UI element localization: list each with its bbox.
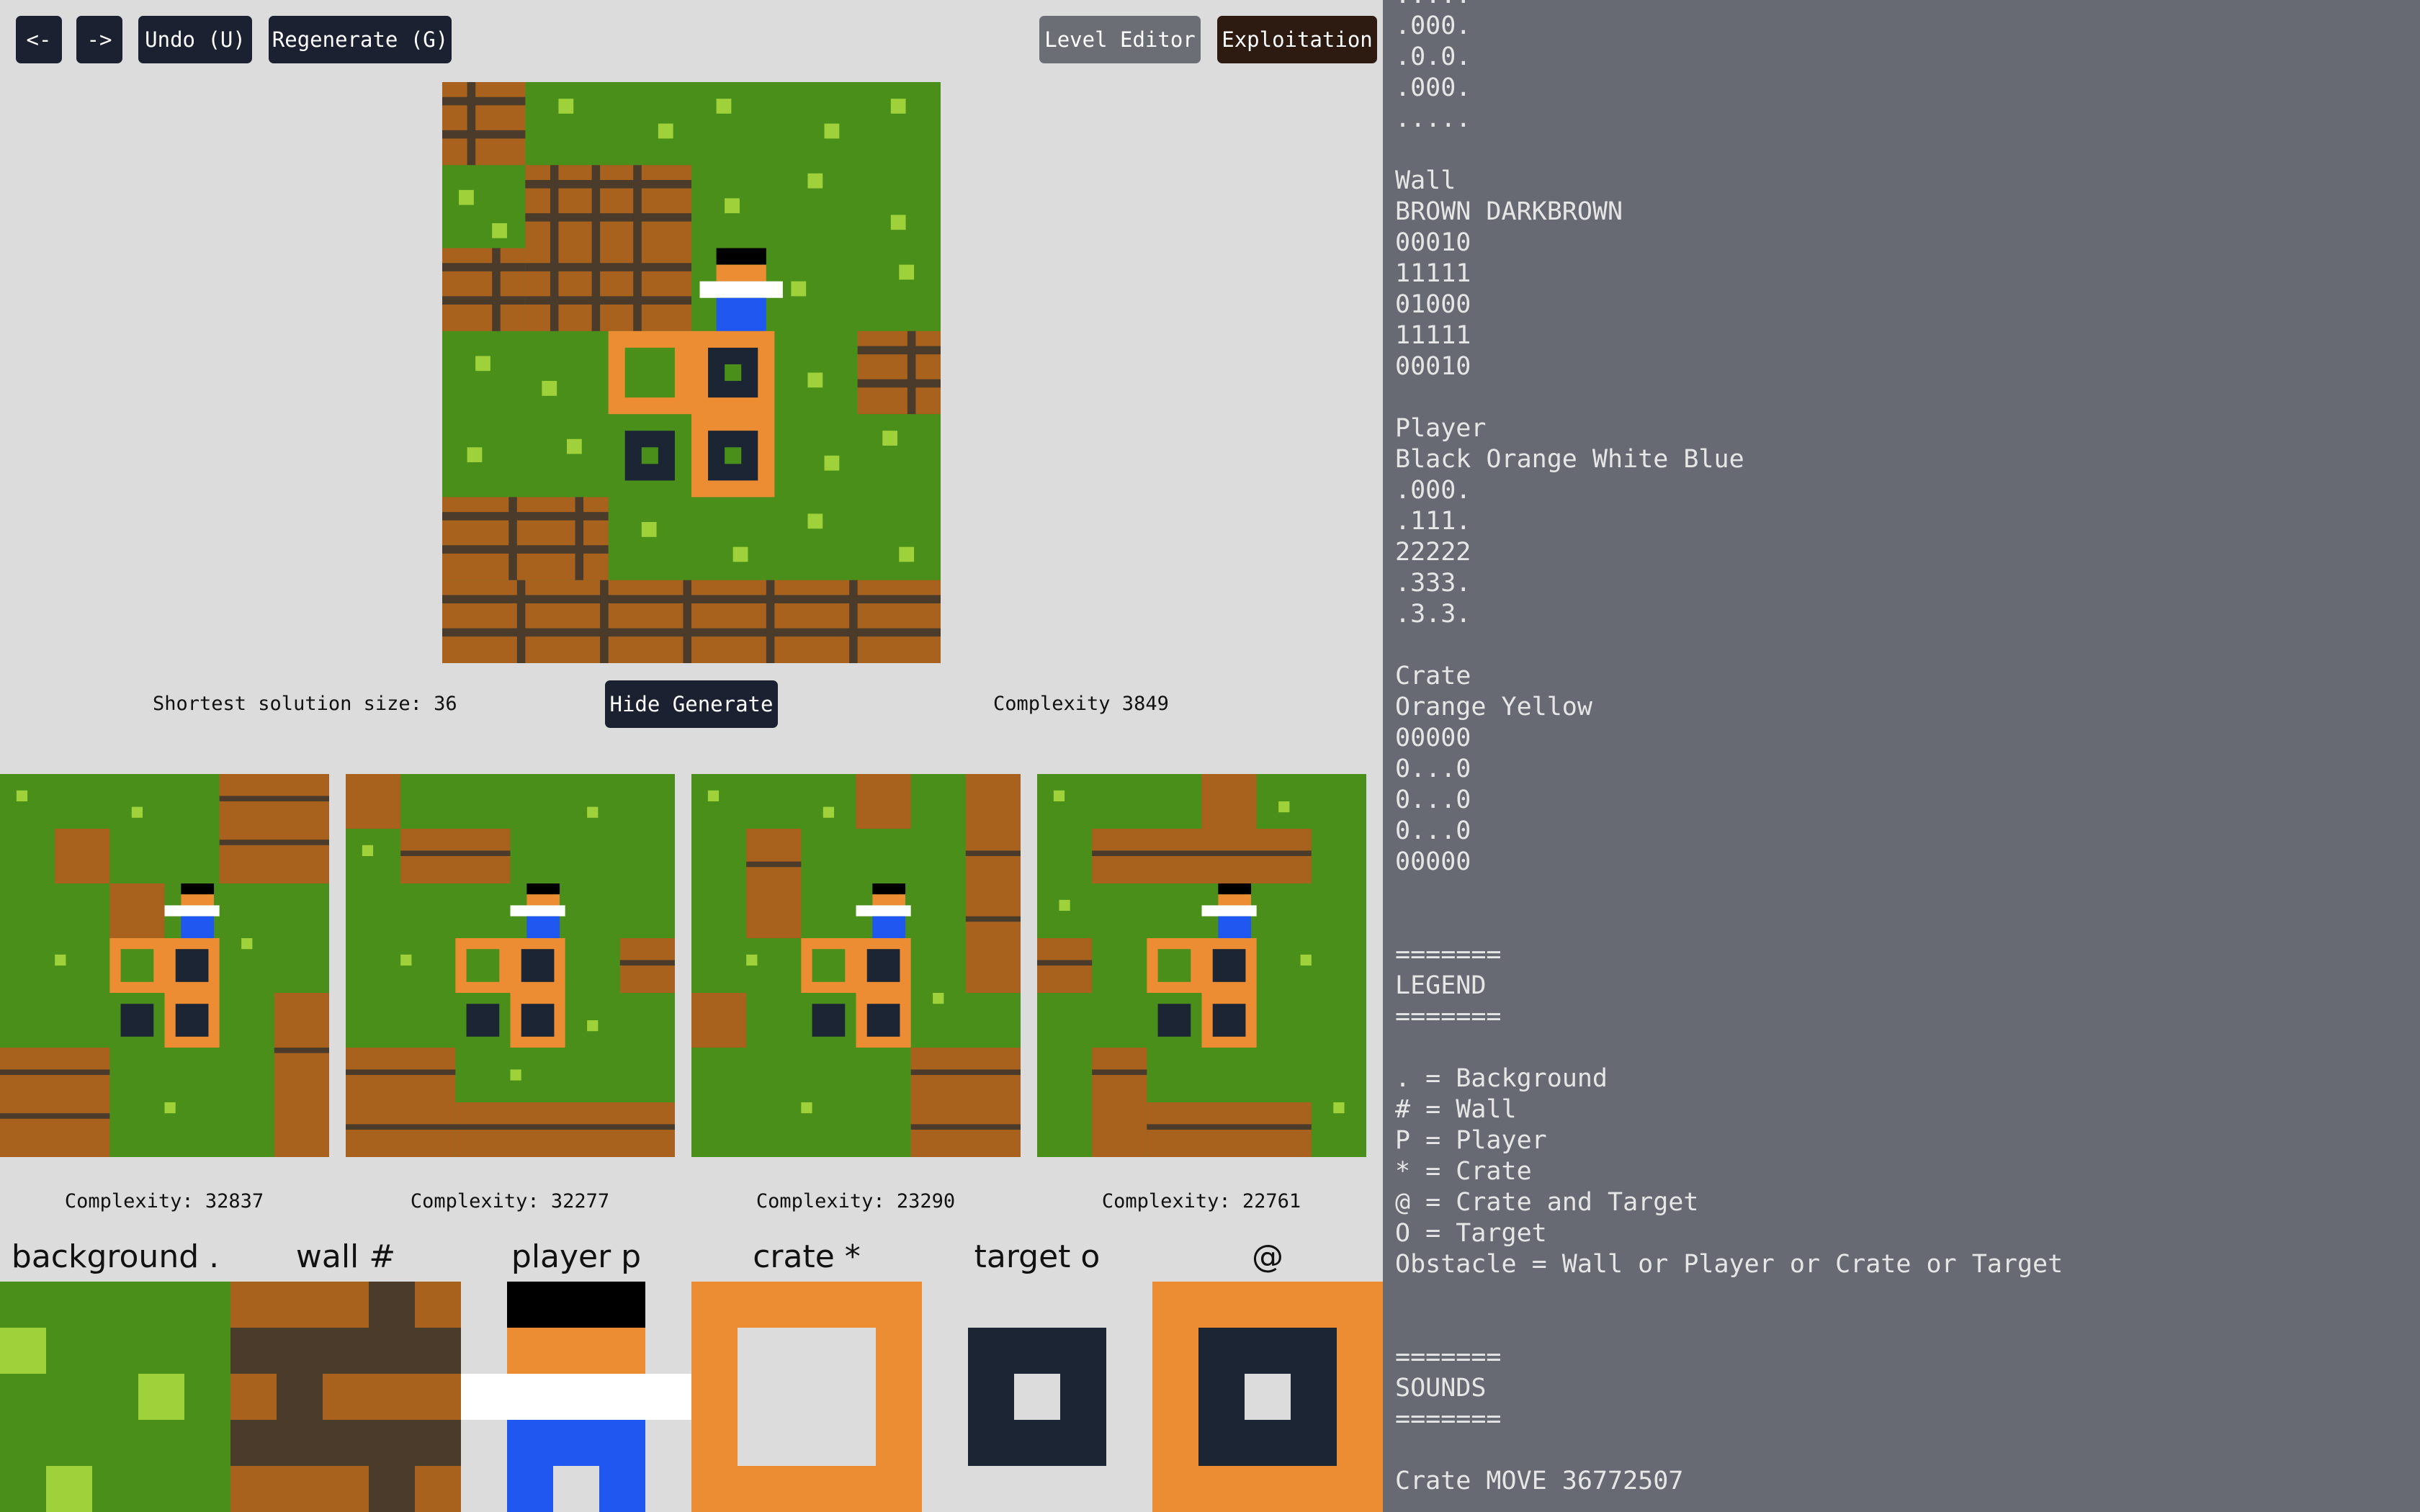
main-level-board[interactable] [442,82,941,663]
level-editor-button[interactable]: Level Editor [1039,16,1201,63]
wall-tile-canvas [230,1282,461,1512]
legend-label: player p [511,1238,642,1275]
wall-tile-icon[interactable] [230,1282,461,1512]
background-tile-icon[interactable] [0,1282,230,1512]
main-level-canvas [442,82,941,663]
candidate-complexity-label: Complexity: 22761 [1101,1190,1301,1212]
legend-label: crate * [753,1238,861,1275]
target-tile-icon[interactable] [922,1282,1152,1512]
crate-on-target-tile-icon[interactable] [1152,1282,1383,1512]
candidate-board[interactable] [691,774,1021,1157]
background-tile-canvas [0,1282,230,1512]
regenerate-button[interactable]: Regenerate (G) [269,16,452,63]
candidate-complexity-label: Complexity: 23290 [756,1190,956,1212]
complexity-label: Complexity 3849 [993,693,1169,715]
player-tile-icon[interactable] [461,1282,691,1512]
exploitation-button[interactable]: Exploitation [1217,16,1377,63]
candidate-board[interactable] [346,774,675,1157]
script-text[interactable]: ..... .000. .0.0. .000. ..... Wall BROWN… [1395,0,2063,1497]
forward-button[interactable]: -> [76,16,122,63]
target-tile-canvas [922,1282,1152,1512]
candidate-complexity-label: Complexity: 32837 [64,1190,264,1212]
legend-label: background . [11,1238,220,1275]
undo-button[interactable]: Undo (U) [138,16,252,63]
candidate-complexity-label: Complexity: 32277 [410,1190,610,1212]
crate-tile-canvas [691,1282,922,1512]
candidate-canvas [1037,774,1366,1157]
candidate-canvas [346,774,675,1157]
script-editor-panel[interactable]: ..... .000. .0.0. .000. ..... Wall BROWN… [1383,0,2420,1512]
game-area: <- -> Undo (U) Regenerate (G) Level Edit… [0,0,1383,1512]
legend-label: @ [1252,1238,1283,1275]
player-tile-canvas [461,1282,691,1512]
shortest-solution-label: Shortest solution size: 36 [153,693,457,715]
crate-tile-icon[interactable] [691,1282,922,1512]
legend-label: target o [974,1238,1101,1275]
back-button[interactable]: <- [16,16,62,63]
legend-label: wall # [295,1238,396,1275]
crate-on-target-tile-canvas [1152,1282,1383,1512]
candidate-board[interactable] [0,774,329,1157]
candidate-canvas [691,774,1021,1157]
hide-generate-button[interactable]: Hide Generate [605,680,778,728]
candidate-canvas [0,774,329,1157]
candidate-board[interactable] [1037,774,1366,1157]
